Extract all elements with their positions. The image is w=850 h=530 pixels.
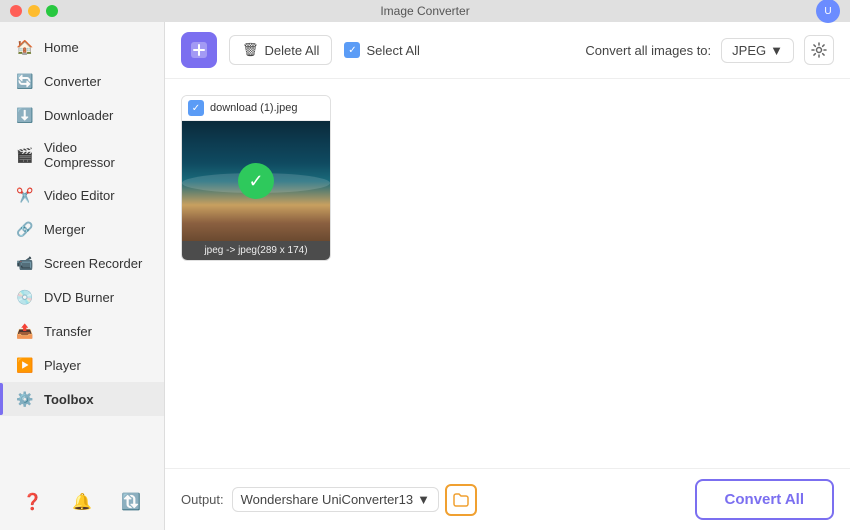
- settings-button[interactable]: [804, 35, 834, 65]
- add-image-button[interactable]: [181, 32, 217, 68]
- sidebar-label-screen-recorder: Screen Recorder: [44, 256, 142, 271]
- sidebar-item-toolbox[interactable]: ⚙️ Toolbox: [0, 382, 164, 416]
- sidebar-item-player[interactable]: ▶️ Player: [0, 348, 164, 382]
- image-checkbox[interactable]: ✓: [188, 100, 204, 116]
- sidebar-label-toolbox: Toolbox: [44, 392, 94, 407]
- image-card: ✓ download (1).jpeg ✓ jpeg -> jpeg(289 x…: [181, 95, 331, 261]
- sidebar-label-downloader: Downloader: [44, 108, 113, 123]
- sidebar-label-converter: Converter: [44, 74, 101, 89]
- thumbnail-background: ✓: [182, 121, 330, 241]
- delete-icon: 🗑: [242, 42, 259, 58]
- sidebar-item-merger[interactable]: 🔗 Merger: [0, 212, 164, 246]
- image-card-footer: jpeg -> jpeg(289 x 174): [182, 241, 330, 260]
- video-compressor-icon: 🎬: [16, 146, 34, 164]
- chevron-down-icon: ▼: [770, 43, 783, 58]
- traffic-lights: [10, 5, 58, 17]
- convert-images-label: Convert all images to:: [585, 43, 711, 58]
- sidebar-item-home[interactable]: 🏠 Home: [0, 30, 164, 64]
- format-value: JPEG: [732, 43, 766, 58]
- select-all-label[interactable]: ✓ Select All: [344, 42, 419, 58]
- downloader-icon: ⬇️: [16, 106, 34, 124]
- bottom-bar: Output: Wondershare UniConverter13 ▼ Con…: [165, 468, 850, 530]
- sidebar-item-video-compressor[interactable]: 🎬 Video Compressor: [0, 132, 164, 178]
- window-title: Image Converter: [380, 4, 469, 18]
- screen-recorder-icon: 📹: [16, 254, 34, 272]
- sidebar-label-player: Player: [44, 358, 81, 373]
- sidebar-label-transfer: Transfer: [44, 324, 92, 339]
- dropdown-arrow-icon: ▼: [417, 492, 430, 507]
- user-avatar: U: [816, 0, 840, 23]
- sidebar-label-home: Home: [44, 40, 79, 55]
- output-folder-select[interactable]: Wondershare UniConverter13 ▼: [232, 487, 439, 512]
- toolbar-right: Convert all images to: JPEG ▼: [585, 35, 834, 65]
- sidebar-item-downloader[interactable]: ⬇️ Downloader: [0, 98, 164, 132]
- transfer-icon: 📤: [16, 322, 34, 340]
- select-all-checkbox[interactable]: ✓: [344, 42, 360, 58]
- title-bar: Image Converter U: [0, 0, 850, 22]
- sidebar-label-merger: Merger: [44, 222, 85, 237]
- sidebar-item-video-editor[interactable]: ✂️ Video Editor: [0, 178, 164, 212]
- sidebar-label-dvd-burner: DVD Burner: [44, 290, 114, 305]
- content-area: ✓ download (1).jpeg ✓ jpeg -> jpeg(289 x…: [165, 79, 850, 468]
- format-select[interactable]: JPEG ▼: [721, 38, 794, 63]
- open-folder-button[interactable]: [445, 484, 477, 516]
- image-card-name: download (1).jpeg: [210, 102, 297, 114]
- sidebar-item-converter[interactable]: 🔄 Converter: [0, 64, 164, 98]
- maximize-button[interactable]: [46, 5, 58, 17]
- player-icon: ▶️: [16, 356, 34, 374]
- sidebar-item-transfer[interactable]: 📤 Transfer: [0, 314, 164, 348]
- help-icon[interactable]: ❓: [23, 492, 43, 512]
- refresh-icon[interactable]: 🔃: [121, 492, 141, 512]
- check-circle: ✓: [238, 163, 274, 199]
- sidebar-item-dvd-burner[interactable]: 💿 DVD Burner: [0, 280, 164, 314]
- sidebar-bottom: ❓ 🔔 🔃: [0, 482, 164, 522]
- toolbar: 🗑 Delete All ✓ Select All Convert all im…: [165, 22, 850, 79]
- notifications-icon[interactable]: 🔔: [72, 492, 92, 512]
- sidebar: 🏠 Home 🔄 Converter ⬇️ Downloader 🎬 Video…: [0, 22, 165, 530]
- minimize-button[interactable]: [28, 5, 40, 17]
- dvd-burner-icon: 💿: [16, 288, 34, 306]
- delete-all-label: Delete All: [265, 43, 320, 58]
- output-label: Output:: [181, 492, 224, 507]
- select-all-text: Select All: [366, 43, 419, 58]
- delete-all-button[interactable]: 🗑 Delete All: [229, 35, 332, 65]
- convert-all-button[interactable]: Convert All: [695, 479, 834, 520]
- image-card-header: ✓ download (1).jpeg: [182, 96, 330, 121]
- merger-icon: 🔗: [16, 220, 34, 238]
- video-editor-icon: ✂️: [16, 186, 34, 204]
- image-thumbnail: ✓: [182, 121, 330, 241]
- sidebar-label-video-editor: Video Editor: [44, 188, 115, 203]
- sidebar-label-video-compressor: Video Compressor: [44, 140, 148, 170]
- main-panel: 🗑 Delete All ✓ Select All Convert all im…: [165, 22, 850, 530]
- close-button[interactable]: [10, 5, 22, 17]
- output-folder-path: Wondershare UniConverter13: [241, 492, 413, 507]
- toolbox-icon: ⚙️: [16, 390, 34, 408]
- sidebar-item-screen-recorder[interactable]: 📹 Screen Recorder: [0, 246, 164, 280]
- converter-icon: 🔄: [16, 72, 34, 90]
- home-icon: 🏠: [16, 38, 34, 56]
